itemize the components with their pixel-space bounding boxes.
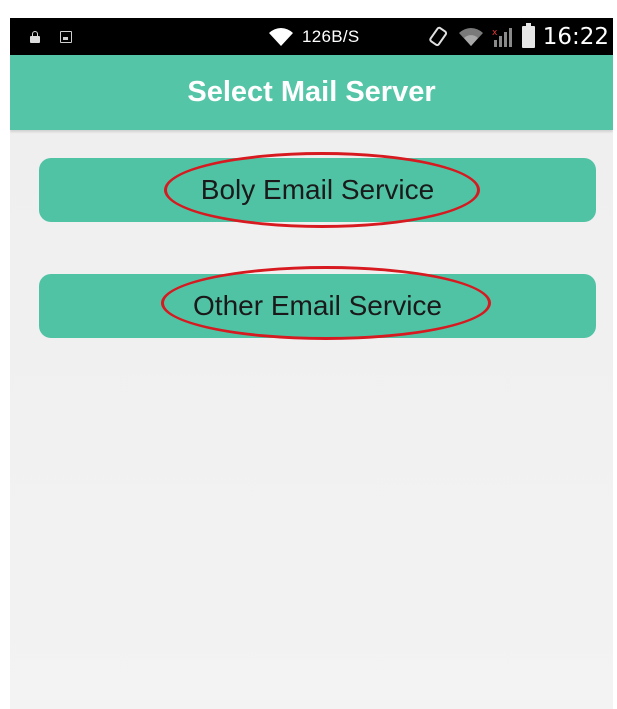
boly-email-service-button[interactable]: Boly Email Service <box>39 152 596 228</box>
network-speed: 126B/S <box>302 26 360 46</box>
svg-text:x: x <box>492 28 498 38</box>
status-left-icons <box>30 18 72 55</box>
battery-icon <box>521 22 535 48</box>
clock: 16:22 <box>542 23 609 50</box>
status-bar: 126B/S x 16:22 <box>10 18 613 55</box>
other-email-service-label: Other Email Service <box>193 290 442 321</box>
status-right-icons: x 16:22 <box>428 18 609 55</box>
lock-icon <box>30 30 40 43</box>
status-network: 126B/S <box>268 18 360 55</box>
title-bar: Select Mail Server <box>10 55 613 130</box>
image-icon <box>60 30 72 43</box>
signal-icon: x <box>492 27 512 47</box>
other-email-service-button[interactable]: Other Email Service <box>39 266 596 340</box>
boly-email-service-label: Boly Email Service <box>200 174 435 205</box>
wifi-dim-icon <box>458 27 483 46</box>
phone-screen: 126B/S x 16:22 Select Mail Server Boly E… <box>10 18 613 709</box>
wifi-icon <box>269 27 293 46</box>
rotate-icon <box>428 26 447 46</box>
page-title: Select Mail Server <box>187 76 436 108</box>
